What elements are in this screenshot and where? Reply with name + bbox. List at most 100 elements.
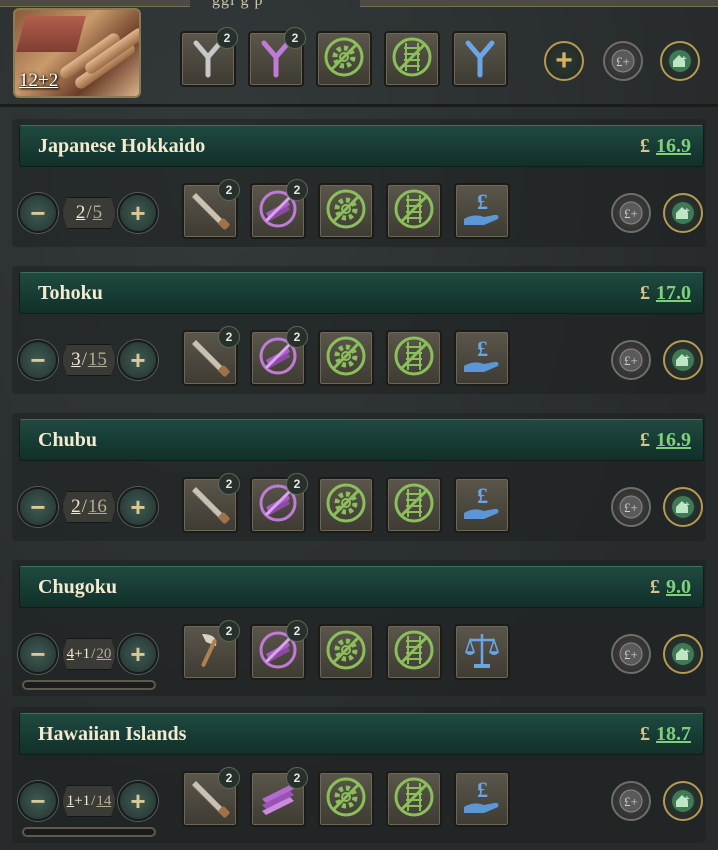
method-tile[interactable] [318, 183, 374, 239]
pound-icon: £ [640, 429, 650, 451]
level-stepper: − 4 +1/20 + [18, 634, 160, 676]
scales-icon [460, 628, 504, 677]
state-title-bar[interactable]: Chubu £16.9 [19, 419, 704, 461]
svg-text:£+: £+ [616, 54, 630, 69]
method-tile[interactable]: 2 [182, 473, 240, 533]
decrease-button[interactable]: − [18, 634, 58, 674]
decrease-button[interactable]: − [18, 193, 58, 233]
pound-hand-icon: £ [460, 481, 504, 530]
svg-text:£+: £+ [624, 206, 638, 221]
pound-icon: £ [640, 282, 650, 304]
build-button[interactable]: + [663, 193, 703, 233]
increase-button[interactable]: + [118, 634, 158, 674]
subsidize-button[interactable]: £+ [611, 193, 651, 233]
gear-crossed-icon [324, 187, 368, 236]
decrease-button[interactable]: − [18, 781, 58, 821]
method-tile[interactable]: 2 [180, 27, 238, 87]
building-count: 12+2 [19, 70, 59, 91]
header-title-fragment: ggi g p [212, 0, 264, 9]
subsidize-button[interactable]: £+ [611, 781, 651, 821]
state-price[interactable]: £16.9 [640, 429, 691, 452]
method-tile[interactable]: 2 [182, 620, 240, 680]
method-badge: 2 [218, 767, 240, 789]
gear-crossed-icon [324, 481, 368, 530]
method-tile[interactable] [318, 771, 374, 827]
state-price[interactable]: £16.9 [640, 135, 691, 158]
house-plus-icon: + [672, 349, 694, 371]
increase-button[interactable]: + [118, 340, 158, 380]
method-tile[interactable] [386, 771, 442, 827]
method-tile[interactable]: 2 [182, 767, 240, 827]
method-tile[interactable] [386, 183, 442, 239]
pound-hand-icon: £ [460, 775, 504, 824]
state-price[interactable]: £9.0 [650, 576, 691, 599]
pound-hand-icon: £ [460, 334, 504, 383]
state-title-bar[interactable]: Tohoku £17.0 [19, 272, 704, 314]
method-tile[interactable]: £ [454, 183, 510, 239]
subsidize-button[interactable]: £+ [611, 634, 651, 674]
state-title-bar[interactable]: Hawaiian Islands £18.7 [19, 713, 704, 755]
level-stepper: − 3/15 + [18, 340, 160, 382]
method-tile[interactable]: 2 [250, 767, 308, 827]
rail-crossed-icon [392, 628, 436, 677]
method-tile[interactable]: 2 [250, 326, 308, 386]
subsidize-button[interactable]: £+ [611, 487, 651, 527]
method-tile[interactable]: £ [454, 771, 510, 827]
method-badge: 2 [216, 27, 238, 49]
house-plus-icon: + [669, 50, 691, 72]
house-plus-icon: + [672, 790, 694, 812]
expand-button[interactable]: + [544, 41, 584, 81]
method-badge: 2 [286, 179, 308, 201]
pound-plus-icon: £+ [619, 348, 643, 372]
build-button[interactable]: + [663, 487, 703, 527]
method-tile[interactable]: 2 [182, 179, 240, 239]
increase-button[interactable]: + [118, 193, 158, 233]
decrease-button[interactable]: − [18, 487, 58, 527]
method-badge: 2 [218, 326, 240, 348]
method-tile[interactable] [384, 31, 440, 87]
increase-button[interactable]: + [118, 487, 158, 527]
method-tile[interactable] [452, 31, 508, 87]
svg-text:£+: £+ [624, 353, 638, 368]
method-tile[interactable] [316, 31, 372, 87]
build-button[interactable]: + [663, 340, 703, 380]
state-price[interactable]: £17.0 [640, 282, 691, 305]
state-name: Tohoku [38, 282, 103, 304]
build-button[interactable]: + [663, 634, 703, 674]
gear-crossed-icon [324, 628, 368, 677]
method-tile[interactable] [318, 624, 374, 680]
build-button[interactable]: + [660, 41, 700, 81]
method-tile[interactable]: 2 [182, 326, 240, 386]
house-plus-icon: + [672, 643, 694, 665]
rail-crossed-icon [392, 775, 436, 824]
subsidize-button[interactable]: £+ [611, 340, 651, 380]
subsidize-button[interactable]: £+ [603, 41, 643, 81]
method-tile[interactable]: £ [454, 477, 510, 533]
method-tile[interactable]: 2 [250, 620, 308, 680]
logging-camp-image[interactable]: 12+2 [13, 8, 141, 98]
state-title-bar[interactable]: Chugoku £9.0 [19, 566, 704, 608]
state-name: Japanese Hokkaido [38, 135, 206, 157]
pound-plus-icon: £+ [619, 642, 643, 666]
gear-crossed-icon [324, 334, 368, 383]
pound-plus-icon: £+ [619, 495, 643, 519]
method-tile[interactable] [318, 477, 374, 533]
level-display: 4 +1/20 [62, 638, 116, 670]
branch-icon [458, 35, 502, 84]
increase-button[interactable]: + [118, 781, 158, 821]
state-title-bar[interactable]: Japanese Hokkaido £16.9 [19, 125, 704, 167]
state-price[interactable]: £18.7 [640, 723, 691, 746]
method-tile[interactable]: 2 [250, 179, 308, 239]
method-badge: 2 [286, 473, 308, 495]
method-tile[interactable] [386, 477, 442, 533]
build-button[interactable]: + [663, 781, 703, 821]
method-tile[interactable] [386, 330, 442, 386]
method-tile[interactable] [318, 330, 374, 386]
method-tile[interactable] [454, 624, 510, 680]
method-tile[interactable] [386, 624, 442, 680]
method-tile[interactable]: 2 [248, 27, 306, 87]
method-tile[interactable]: 2 [250, 473, 308, 533]
method-tile[interactable]: £ [454, 330, 510, 386]
building-header: ggi g p 12+2 2 2 + £+ + [0, 0, 718, 104]
decrease-button[interactable]: − [18, 340, 58, 380]
